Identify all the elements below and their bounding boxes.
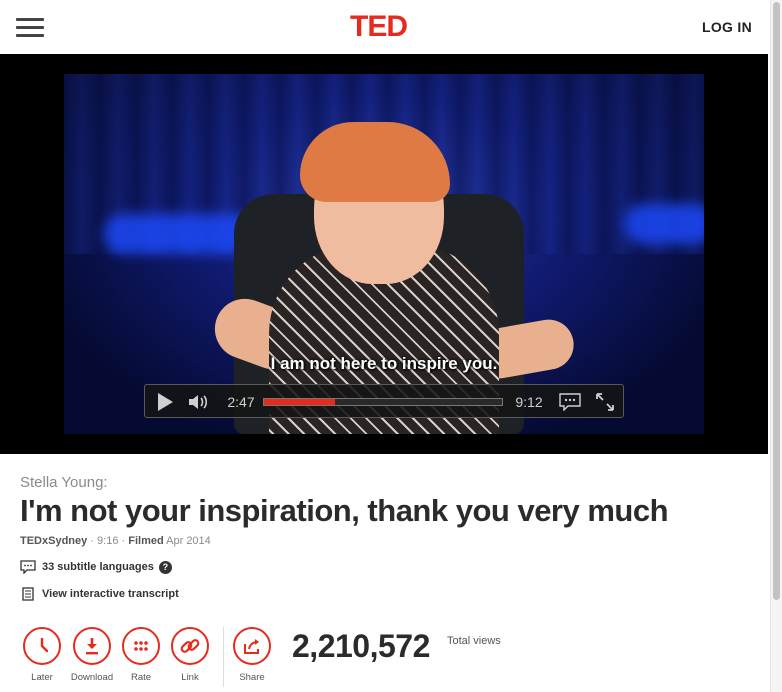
transcript-row[interactable]: View interactive transcript: [20, 587, 179, 601]
transcript-label: View interactive transcript: [42, 588, 179, 600]
link-icon: [171, 627, 209, 665]
later-label: Later: [31, 672, 53, 683]
download-button[interactable]: Download: [70, 627, 114, 683]
download-icon: [73, 627, 111, 665]
current-time: 2:47: [227, 394, 255, 410]
transcript-icon: [20, 587, 36, 601]
hamburger-icon[interactable]: [16, 16, 44, 38]
subtitle-languages-label: 33 subtitle languages: [42, 561, 154, 573]
scrollbar-thumb[interactable]: [773, 2, 780, 600]
download-label: Download: [70, 672, 114, 683]
talk-length: 9:16: [97, 535, 119, 547]
fullscreen-icon[interactable]: [591, 385, 619, 419]
action-divider: [223, 627, 224, 687]
share-button[interactable]: Share: [230, 627, 274, 683]
captions-icon[interactable]: [557, 385, 583, 419]
stage-light: [624, 204, 704, 244]
filmed-label: Filmed: [128, 535, 164, 547]
speaker-name[interactable]: Stella Young:: [20, 474, 108, 491]
view-count-label: Total views: [447, 635, 501, 647]
top-bar: TED LOG IN: [0, 0, 770, 54]
help-icon[interactable]: ?: [158, 560, 172, 574]
play-icon[interactable]: [151, 385, 179, 419]
rate-button[interactable]: Rate: [119, 627, 163, 683]
scrollbar-track[interactable]: [770, 0, 782, 692]
link-label: Link: [181, 672, 199, 683]
talk-title: I'm not your inspiration, thank you very…: [20, 493, 669, 528]
video-subtitle: I am not here to inspire you.: [270, 354, 498, 373]
share-icon: [233, 627, 271, 665]
clock-icon: [23, 627, 61, 665]
video-player: I am not here to inspire you. 2:47 9:12: [0, 54, 768, 454]
subtitles-icon: [20, 560, 36, 574]
event-name[interactable]: TEDxSydney: [20, 535, 87, 547]
login-link[interactable]: LOG IN: [702, 19, 752, 35]
rate-label: Rate: [130, 672, 152, 683]
ted-logo[interactable]: TED: [350, 10, 408, 44]
share-label: Share: [239, 672, 265, 683]
stage-light: [104, 214, 254, 254]
progress-fill: [264, 399, 336, 405]
progress-bar[interactable]: [263, 398, 503, 406]
filmed-date: Apr 2014: [166, 535, 211, 547]
subtitle-languages-row[interactable]: 33 subtitle languages ?: [20, 560, 172, 574]
talk-meta: TEDxSydney · 9:16 · Filmed Apr 2014: [20, 535, 211, 547]
video-frame[interactable]: I am not here to inspire you. 2:47 9:12: [64, 74, 704, 434]
link-button[interactable]: Link: [168, 627, 212, 683]
view-count: 2,210,572: [292, 628, 430, 664]
volume-icon[interactable]: [185, 385, 211, 419]
later-button[interactable]: Later: [20, 627, 64, 683]
player-controls: 2:47 9:12: [144, 384, 624, 418]
duration: 9:12: [515, 394, 543, 410]
rate-icon: [122, 627, 160, 665]
